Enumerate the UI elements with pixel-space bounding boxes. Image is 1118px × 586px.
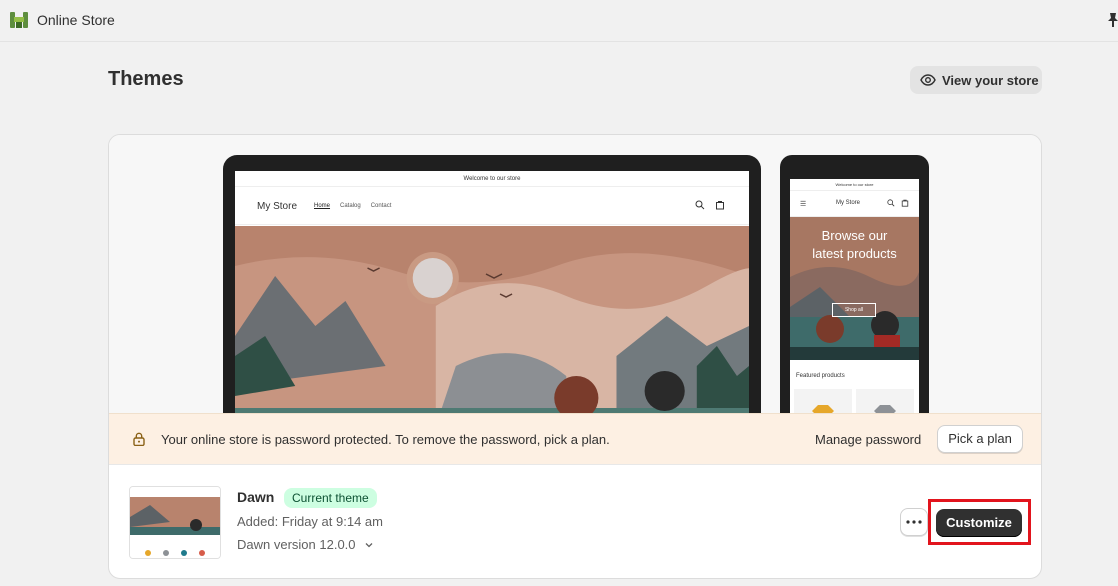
theme-version-dropdown[interactable]: Dawn version 12.0.0 (237, 537, 374, 552)
thumbnail-image (130, 487, 220, 558)
theme-added-date: Added: Friday at 9:14 am (237, 514, 383, 529)
hero-illustration (235, 226, 749, 417)
theme-name: Dawn (237, 489, 275, 505)
mobile-search-icon (887, 199, 895, 207)
pin-icon[interactable] (1106, 12, 1118, 28)
mobile-preview: Welcome to our store ☰ My Store Browse o… (780, 155, 929, 417)
more-actions-button[interactable] (900, 508, 928, 536)
page-title: Themes (108, 68, 184, 90)
theme-preview: Welcome to our store My Store Home Catal… (109, 135, 1041, 417)
store-name: My Store (257, 201, 298, 212)
announcement-bar: Welcome to our store (235, 171, 749, 187)
nav-contact: Contact (370, 203, 392, 209)
mobile-announcement-bar: Welcome to our store (790, 179, 919, 191)
password-message: Your online store is password protected.… (161, 432, 610, 447)
current-theme-badge: Current theme (284, 488, 377, 508)
theme-version-label: Dawn version 12.0.0 (237, 537, 356, 552)
menu-icon: ☰ (800, 201, 807, 208)
customize-button[interactable]: Customize (936, 509, 1022, 537)
mobile-featured-heading: Featured products (796, 373, 845, 379)
top-bar: Online Store (0, 0, 1118, 42)
theme-card: Welcome to our store My Store Home Catal… (108, 134, 1042, 579)
cart-icon (716, 201, 724, 210)
password-banner: Your online store is password protected.… (109, 413, 1041, 465)
ellipsis-icon (906, 520, 922, 524)
mobile-hero-line1: Browse our (821, 228, 888, 243)
eye-icon (920, 74, 936, 86)
manage-password-link[interactable]: Manage password (815, 432, 921, 447)
mobile-hero-text: Browse our latest products (790, 227, 919, 263)
view-store-label: View your store (942, 72, 1039, 88)
search-icon (695, 200, 705, 210)
nav-home: Home (314, 203, 331, 209)
mobile-store-header: ☰ My Store (790, 191, 919, 217)
pick-plan-button[interactable]: Pick a plan (937, 425, 1023, 453)
chevron-down-icon (365, 542, 372, 547)
mobile-hero-line2: latest products (812, 246, 897, 261)
theme-thumbnail[interactable] (129, 486, 221, 559)
store-nav: Home Catalog Contact (314, 203, 391, 209)
view-store-button[interactable]: View your store (910, 66, 1042, 94)
lock-icon (133, 432, 145, 446)
shopify-app-icon (10, 12, 28, 28)
desktop-preview: Welcome to our store My Store Home Catal… (223, 155, 761, 417)
mobile-shop-all-button: Shop all (832, 303, 876, 317)
mobile-store-name: My Store (836, 200, 861, 206)
nav-catalog: Catalog (340, 203, 361, 209)
app-title: Online Store (37, 12, 115, 28)
mobile-cart-icon (901, 199, 909, 207)
store-header: My Store Home Catalog Contact (235, 187, 749, 225)
